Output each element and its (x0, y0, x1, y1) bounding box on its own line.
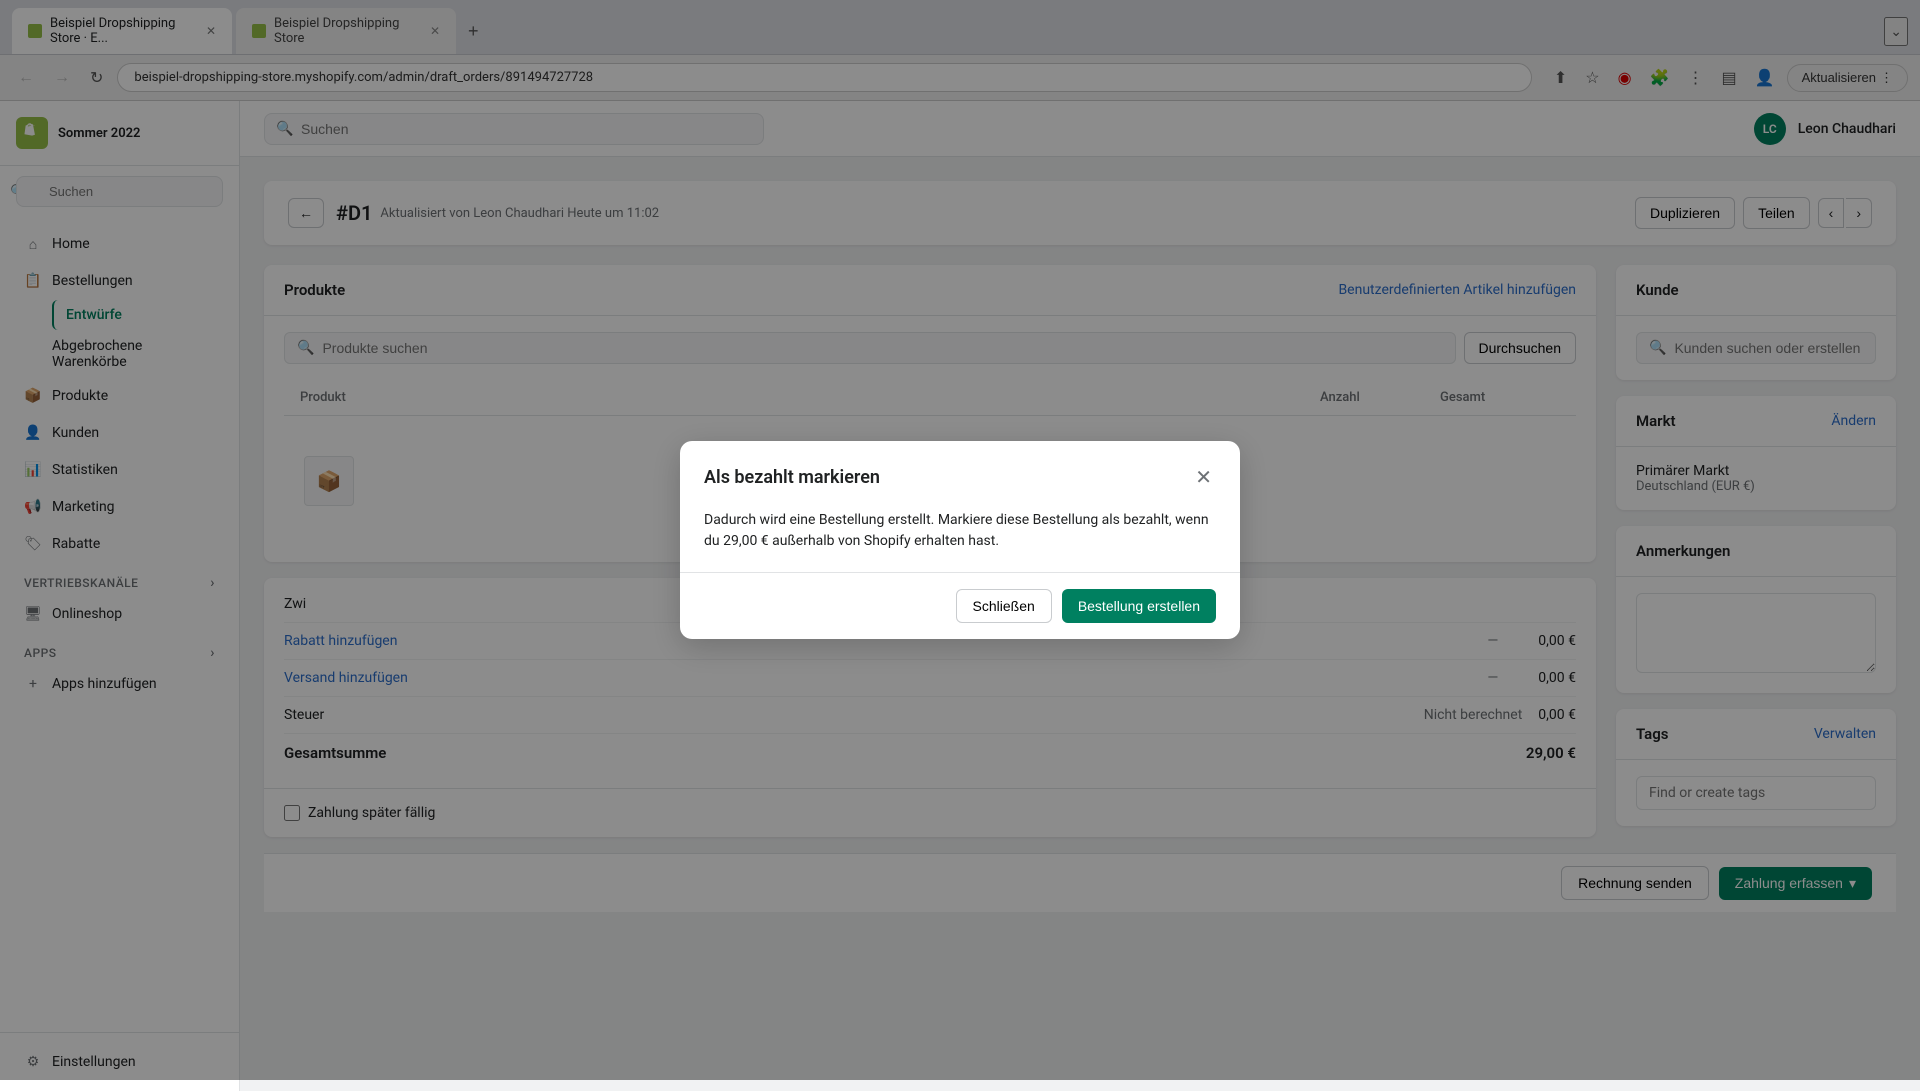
modal-title: Als bezahlt markieren (704, 467, 880, 488)
modal-header: Als bezahlt markieren ✕ (680, 441, 1240, 510)
modal-footer: Schließen Bestellung erstellen (680, 572, 1240, 639)
modal-body-text: Dadurch wird eine Bestellung erstellt. M… (704, 510, 1216, 552)
modal: Als bezahlt markieren ✕ Dadurch wird ein… (680, 441, 1240, 639)
modal-schliessen-button[interactable]: Schließen (956, 589, 1052, 623)
modal-close-button[interactable]: ✕ (1191, 461, 1216, 494)
modal-overlay: Als bezahlt markieren ✕ Dadurch wird ein… (0, 0, 1920, 1080)
modal-body: Dadurch wird eine Bestellung erstellt. M… (680, 510, 1240, 572)
modal-create-order-button[interactable]: Bestellung erstellen (1062, 589, 1216, 623)
